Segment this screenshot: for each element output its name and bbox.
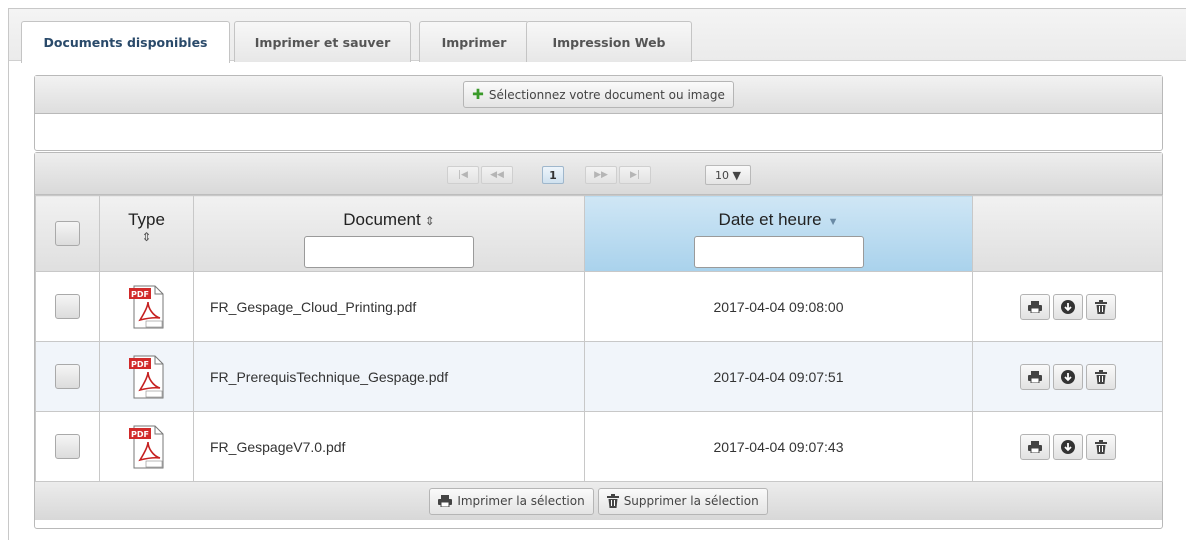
date-column-header[interactable]: Date et heure ▼ [584, 195, 973, 272]
date-filter-input[interactable] [693, 236, 864, 268]
delete-selection-button[interactable]: Supprimer la sélection [597, 487, 768, 515]
pdf-file-icon: PDF [128, 425, 163, 468]
download-button[interactable] [1052, 363, 1083, 390]
download-icon [1060, 439, 1075, 454]
document-column-header[interactable]: Document ⇕ [193, 195, 585, 272]
document-name[interactable]: FR_PrerequisTechnique_Gespage.pdf [193, 341, 585, 412]
printer-icon [1027, 440, 1042, 453]
download-icon [1060, 299, 1075, 314]
row-checkbox[interactable] [55, 364, 80, 389]
first-page-button[interactable]: |◀ [447, 166, 479, 184]
tab-impression-web[interactable]: Impression Web [526, 21, 692, 62]
rows-per-page-select[interactable]: 10 ▼ [705, 165, 751, 185]
next-page-button[interactable]: ▶▶ [585, 166, 617, 184]
document-filter-input[interactable] [304, 236, 474, 268]
page-number-button[interactable]: 1 [542, 166, 564, 184]
download-icon [1060, 369, 1075, 384]
printer-icon [438, 495, 453, 507]
svg-text:PDF: PDF [131, 360, 149, 369]
document-name[interactable]: FR_GespageV7.0.pdf [193, 411, 585, 482]
documents-table: Type ⇕ Document ⇕ Date et heure ▼ PDF FR… [35, 195, 1163, 482]
trash-icon [1094, 369, 1107, 384]
delete-button[interactable] [1085, 363, 1116, 390]
previous-page-button[interactable]: ◀◀ [481, 166, 513, 184]
document-date: 2017-04-04 09:07:43 [584, 411, 973, 482]
upload-toolbar: ✚ Sélectionnez votre document ou image [35, 76, 1162, 114]
last-page-button[interactable]: ▶| [619, 166, 651, 184]
print-button[interactable] [1019, 363, 1050, 390]
table-header-row: Type ⇕ Document ⇕ Date et heure ▼ [35, 195, 1163, 272]
row-checkbox[interactable] [55, 434, 80, 459]
upload-panel: ✚ Sélectionnez votre document ou image [34, 75, 1163, 151]
table-row[interactable]: PDF FR_PrerequisTechnique_Gespage.pdf 20… [35, 341, 1163, 412]
table-row[interactable]: PDF FR_Gespage_Cloud_Printing.pdf 2017-0… [35, 271, 1163, 342]
svg-text:PDF: PDF [131, 430, 149, 439]
document-portal: Documents disponibles Imprimer et sauver… [8, 8, 1186, 540]
sort-descending-icon: ▼ [827, 216, 839, 228]
row-actions [974, 293, 1161, 320]
print-selection-button[interactable]: Imprimer la sélection [429, 487, 594, 515]
sort-icon: ⇕ [424, 214, 435, 228]
table-row[interactable]: PDF FR_GespageV7.0.pdf 2017-04-04 09:07:… [35, 411, 1163, 482]
printer-icon [1027, 370, 1042, 383]
document-date: 2017-04-04 09:07:51 [584, 341, 973, 412]
download-button[interactable] [1052, 293, 1083, 320]
documents-panel: |◀ ◀◀ 1 ▶▶ ▶| 10 ▼ Type ⇕ Document ⇕ Dat… [34, 152, 1163, 529]
print-button[interactable] [1019, 433, 1050, 460]
row-checkbox[interactable] [55, 294, 80, 319]
delete-button[interactable] [1085, 293, 1116, 320]
svg-text:PDF: PDF [131, 290, 149, 299]
sort-icon: ⇕ [141, 230, 152, 244]
download-button[interactable] [1052, 433, 1083, 460]
tab-documents-disponibles[interactable]: Documents disponibles [21, 21, 230, 63]
pdf-file-icon: PDF [128, 355, 163, 398]
trash-icon [606, 494, 619, 508]
type-column-header[interactable]: Type ⇕ [99, 195, 194, 272]
delete-button[interactable] [1085, 433, 1116, 460]
print-button[interactable] [1019, 293, 1050, 320]
trash-icon [1094, 299, 1107, 314]
pdf-file-icon: PDF [128, 285, 163, 328]
selection-footer: Imprimer la sélection Supprimer la sélec… [35, 482, 1162, 520]
select-document-button[interactable]: ✚ Sélectionnez votre document ou image [463, 81, 734, 108]
select-all-cell [35, 195, 100, 272]
document-name[interactable]: FR_Gespage_Cloud_Printing.pdf [193, 271, 585, 342]
plus-icon: ✚ [472, 86, 484, 103]
select-all-checkbox[interactable] [55, 220, 80, 246]
tab-bar: Documents disponibles Imprimer et sauver… [9, 9, 1186, 63]
row-actions [974, 433, 1161, 460]
tab-imprimer-et-sauver[interactable]: Imprimer et sauver [234, 21, 411, 62]
trash-icon [1094, 439, 1107, 454]
row-actions [974, 363, 1161, 390]
tab-imprimer[interactable]: Imprimer [419, 21, 529, 62]
printer-icon [1027, 300, 1042, 313]
document-date: 2017-04-04 09:08:00 [584, 271, 973, 342]
pagination-bar: |◀ ◀◀ 1 ▶▶ ▶| 10 ▼ [35, 153, 1162, 195]
actions-column-header [972, 195, 1163, 272]
